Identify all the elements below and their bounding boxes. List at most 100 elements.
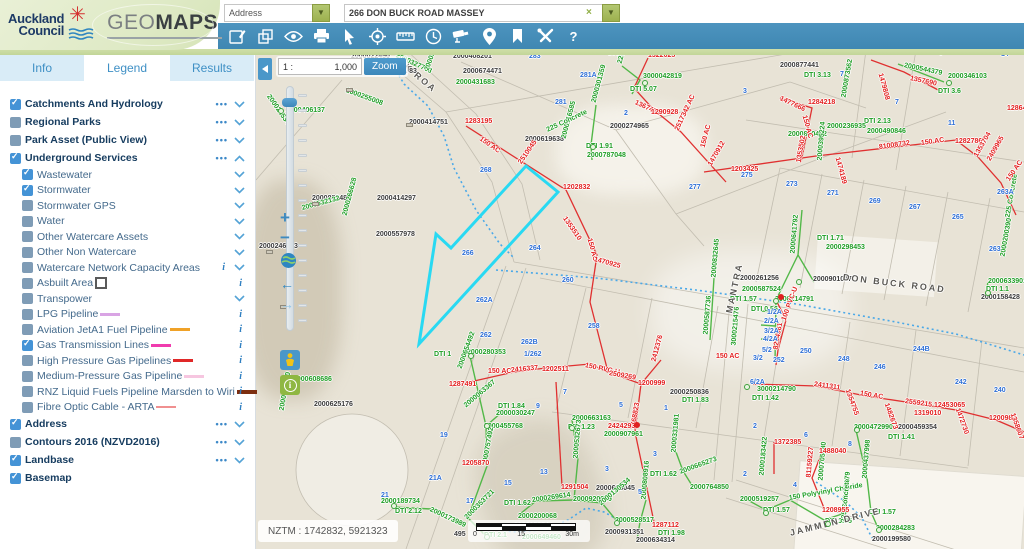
layer-info-icon[interactable]: i — [236, 386, 245, 397]
zoom-out-button[interactable]: − — [280, 228, 290, 248]
layer-menu-dots[interactable]: ••• — [216, 135, 228, 145]
layer-info-icon[interactable]: i — [236, 402, 245, 413]
chevron-down-icon[interactable] — [234, 187, 245, 194]
help-icon[interactable]: ? — [564, 27, 583, 46]
streetview-pegman-button[interactable] — [280, 350, 300, 370]
layer-label[interactable]: Transpower — [37, 293, 92, 305]
tab-info[interactable]: Info — [0, 55, 85, 81]
layer-checkbox[interactable] — [22, 247, 33, 258]
visibility-eye-icon[interactable] — [284, 27, 303, 46]
layer-info-icon[interactable]: i — [236, 324, 245, 335]
chevron-down-icon[interactable] — [234, 233, 245, 240]
layer-menu-dots[interactable]: ••• — [216, 419, 228, 429]
back-extent-button[interactable]: ← — [280, 276, 294, 292]
search-dropdown-button[interactable]: ▼ — [602, 4, 620, 22]
chevron-down-icon[interactable] — [234, 457, 245, 464]
layer-checkbox[interactable] — [10, 117, 21, 128]
layer-checkbox[interactable] — [22, 402, 33, 413]
layer-checkbox[interactable] — [22, 309, 33, 320]
tools-icon[interactable] — [536, 27, 555, 46]
layer-label[interactable]: Wastewater — [37, 169, 92, 181]
layer-info-icon[interactable]: i — [236, 309, 245, 320]
layer-checkbox[interactable] — [22, 216, 33, 227]
layer-checkbox[interactable] — [10, 153, 21, 164]
chevron-down-icon[interactable] — [234, 119, 245, 126]
auckland-council-logo[interactable]: Auckland Council ✳ — [0, 8, 97, 42]
bookmark-icon[interactable] — [508, 27, 527, 46]
tab-results[interactable]: Results — [170, 55, 255, 81]
search-input[interactable] — [344, 4, 602, 22]
chevron-down-icon[interactable] — [234, 421, 245, 428]
basemap-gallery-icon[interactable] — [228, 27, 247, 46]
map-canvas[interactable]: 2000022450200063378320004082012000674471… — [256, 50, 1024, 549]
layer-info-icon[interactable]: i — [236, 340, 245, 351]
layer-checkbox[interactable] — [10, 437, 21, 448]
layer-label[interactable]: Contours 2016 (NZVD2016) — [25, 436, 160, 448]
history-clock-icon[interactable] — [424, 27, 443, 46]
chevron-down-icon[interactable] — [234, 101, 245, 108]
layer-checkbox[interactable] — [10, 473, 21, 484]
layer-checkbox[interactable] — [22, 262, 33, 273]
tab-legend[interactable]: Legend — [85, 55, 170, 81]
layer-menu-dots[interactable]: ••• — [216, 455, 228, 465]
chevron-down-icon[interactable] — [234, 218, 245, 225]
layer-label[interactable]: Aviation JetA1 Fuel Pipeline — [37, 324, 168, 336]
search-category-select[interactable]: Address — [224, 4, 312, 22]
layer-label[interactable]: Stormwater — [37, 184, 91, 196]
identify-info-button[interactable]: i — [280, 375, 300, 395]
zoom-slider-handle[interactable] — [282, 98, 297, 107]
forward-extent-button[interactable]: → — [280, 296, 294, 312]
layer-checkbox[interactable] — [22, 371, 33, 382]
chevron-down-icon[interactable] — [234, 137, 245, 144]
layer-menu-dots[interactable]: ••• — [216, 153, 228, 163]
layer-label[interactable]: Landbase — [25, 454, 74, 466]
layer-label[interactable]: Catchments And Hydrology — [25, 98, 163, 110]
layer-checkbox[interactable] — [10, 455, 21, 466]
zoom-button[interactable]: Zoom — [364, 58, 406, 75]
layer-label[interactable]: Underground Services — [25, 152, 138, 164]
category-dropdown-button[interactable]: ▼ — [312, 4, 330, 22]
layer-label[interactable]: RNZ Liquid Fuels Pipeline Marsden to Wir… — [37, 386, 235, 398]
layer-label[interactable]: Gas Transmission Lines — [37, 339, 149, 351]
camera-icon[interactable] — [452, 27, 471, 46]
layer-checkbox[interactable] — [10, 419, 21, 430]
chevron-down-icon[interactable] — [234, 439, 245, 446]
layers-icon[interactable] — [256, 27, 275, 46]
layer-menu-dots[interactable]: ••• — [216, 117, 228, 127]
zoom-in-button[interactable]: + — [280, 208, 290, 228]
scale-input[interactable]: 1 : 1,000 — [278, 58, 362, 75]
layer-label[interactable]: Water — [37, 215, 65, 227]
chevron-up-icon[interactable] — [234, 155, 245, 162]
layer-checkbox[interactable] — [22, 200, 33, 211]
layer-label[interactable]: Watercare Network Capacity Areas — [37, 262, 200, 274]
layer-info-icon[interactable]: i — [236, 278, 245, 289]
measure-ruler-icon[interactable] — [396, 27, 415, 46]
layer-checkbox[interactable] — [22, 386, 33, 397]
chevron-down-icon[interactable] — [234, 202, 245, 209]
chevron-down-icon[interactable] — [234, 295, 245, 302]
layer-info-icon[interactable]: i — [219, 262, 228, 273]
chevron-down-icon[interactable] — [234, 249, 245, 256]
layer-label[interactable]: Medium-Pressure Gas Pipeline — [37, 370, 182, 382]
chevron-down-icon[interactable] — [234, 264, 245, 271]
layer-checkbox[interactable] — [22, 185, 33, 196]
layer-checkbox[interactable] — [22, 231, 33, 242]
layer-label[interactable]: Fibre Optic Cable - ARTA — [37, 401, 154, 413]
layer-checkbox[interactable] — [22, 293, 33, 304]
layer-label[interactable]: LPG Pipeline — [37, 308, 98, 320]
full-extent-globe-button[interactable] — [280, 252, 297, 274]
layer-info-icon[interactable]: i — [236, 355, 245, 366]
print-icon[interactable] — [312, 27, 331, 46]
layer-label[interactable]: Stormwater GPS — [37, 200, 116, 212]
layer-label[interactable]: Asbuilt Area — [37, 277, 93, 289]
layer-label[interactable]: Regional Parks — [25, 116, 101, 128]
locate-target-icon[interactable] — [368, 27, 387, 46]
chevron-down-icon[interactable] — [234, 171, 245, 178]
layer-label[interactable]: Address — [25, 418, 67, 430]
layer-label[interactable]: Park Asset (Public View) — [25, 134, 147, 146]
layer-label[interactable]: Other Non Watercare — [37, 246, 136, 258]
layer-checkbox[interactable] — [22, 278, 33, 289]
places-pin-icon[interactable] — [480, 27, 499, 46]
sidebar-collapse-button[interactable] — [258, 58, 272, 80]
layer-label[interactable]: Other Watercare Assets — [37, 231, 148, 243]
